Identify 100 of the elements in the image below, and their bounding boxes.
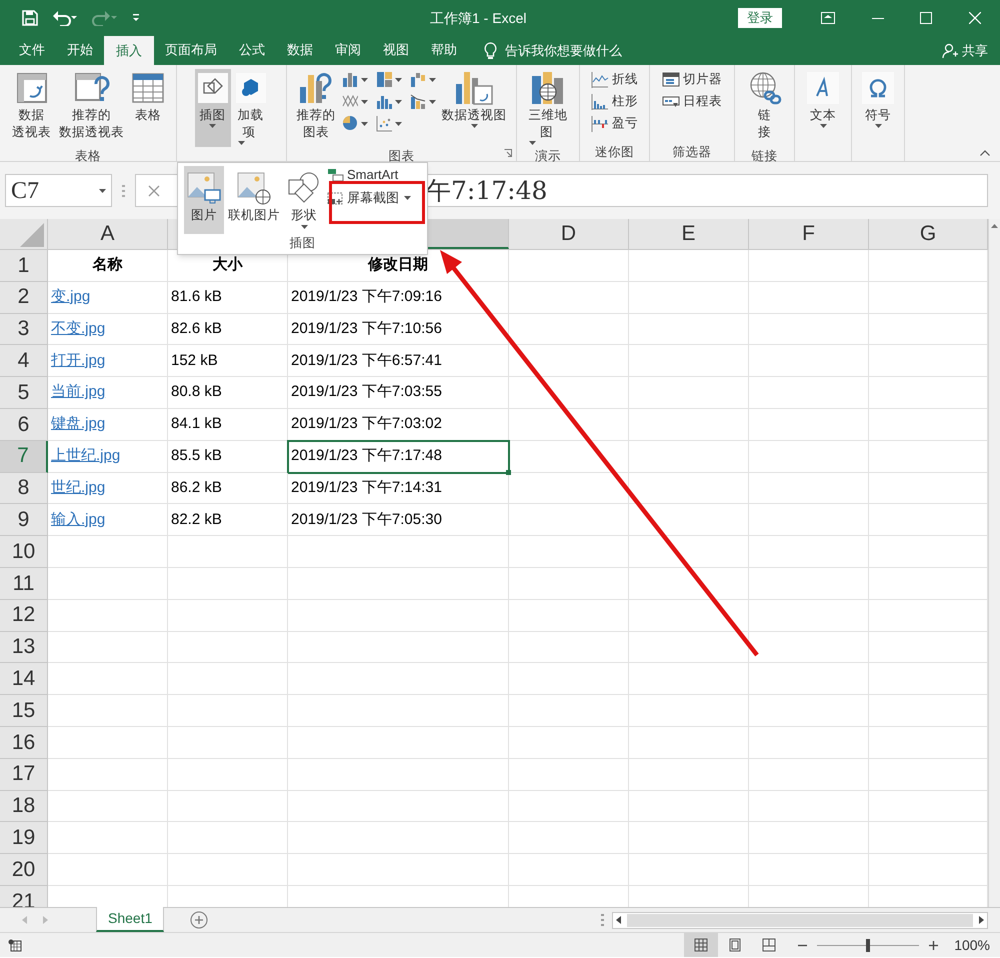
table-cell[interactable] <box>48 663 168 696</box>
column-header[interactable]: F <box>749 219 869 249</box>
cancel-icon[interactable] <box>148 184 160 196</box>
scroll-up-icon[interactable] <box>991 224 998 228</box>
table-cell[interactable] <box>168 854 288 886</box>
collapse-ribbon-icon[interactable] <box>980 150 990 156</box>
row-header[interactable]: 18 <box>0 790 48 822</box>
table-cell[interactable]: 2019/1/23 下午7:03:55 <box>288 377 509 409</box>
row-header[interactable]: 3 <box>0 314 48 346</box>
table-cell[interactable] <box>629 758 749 791</box>
ribbon-button[interactable]: 图片 <box>184 166 224 234</box>
table-cell[interactable]: 82.6 kB <box>168 314 288 346</box>
view-button[interactable] <box>684 933 718 957</box>
ribbon-button[interactable]: 盈亏 <box>590 114 639 133</box>
row-header[interactable]: 13 <box>0 632 48 664</box>
table-cell[interactable] <box>48 726 168 759</box>
table-cell[interactable] <box>509 408 629 441</box>
table-cell[interactable] <box>749 504 869 536</box>
table-cell[interactable] <box>288 695 509 727</box>
row-header[interactable]: 4 <box>0 345 48 378</box>
table-cell[interactable] <box>749 632 869 664</box>
table-cell[interactable] <box>509 632 629 664</box>
table-cell[interactable] <box>509 568 629 600</box>
ribbon-button[interactable]: 数据 透视表 <box>9 69 54 147</box>
table-cell[interactable] <box>288 663 509 696</box>
table-cell[interactable] <box>48 568 168 600</box>
table-cell[interactable] <box>288 600 509 632</box>
table-cell[interactable]: 2019/1/23 下午7:09:16 <box>288 282 509 314</box>
ribbon-tab[interactable]: 帮助 <box>420 35 468 64</box>
table-cell[interactable] <box>749 663 869 696</box>
hyperlink-cell[interactable]: 当前.jpg <box>48 377 168 409</box>
scroll-right-icon[interactable] <box>979 916 984 924</box>
ribbon-button[interactable]: 链 接 <box>744 69 786 147</box>
table-cell[interactable]: 85.5 kB <box>168 440 288 473</box>
row-header[interactable]: 15 <box>0 695 48 727</box>
table-cell[interactable] <box>749 600 869 632</box>
table-cell[interactable] <box>629 440 749 473</box>
table-cell[interactable] <box>749 314 869 346</box>
row-header[interactable]: 7 <box>0 440 48 473</box>
ribbon-tab[interactable]: 公式 <box>228 35 276 64</box>
table-cell[interactable] <box>509 663 629 696</box>
table-cell[interactable] <box>749 758 869 791</box>
table-cell[interactable] <box>749 282 869 314</box>
table-cell[interactable] <box>168 822 288 854</box>
table-cell[interactable] <box>168 568 288 600</box>
customize-icon[interactable] <box>132 13 140 23</box>
scroll-left-icon[interactable] <box>616 916 621 924</box>
table-cell[interactable] <box>749 790 869 822</box>
ribbon-button[interactable]: 推荐的 数据透视表 <box>56 69 127 147</box>
table-cell[interactable]: 82.2 kB <box>168 504 288 536</box>
table-cell[interactable] <box>629 600 749 632</box>
name-box[interactable]: C7 <box>5 174 112 207</box>
ribbon-button[interactable]: 文本 <box>804 69 842 147</box>
table-cell[interactable] <box>629 632 749 664</box>
selected-cell[interactable]: 2019/1/23 下午7:17:48 <box>288 440 509 473</box>
ribbon-tab[interactable]: 页面布局 <box>154 35 228 64</box>
table-cell[interactable] <box>629 282 749 314</box>
table-cell[interactable] <box>749 695 869 727</box>
table-cell[interactable] <box>509 472 629 504</box>
table-cell[interactable] <box>509 504 629 536</box>
table-cell[interactable] <box>288 758 509 791</box>
ribbon-button[interactable]: 日程表 <box>661 92 723 111</box>
table-cell[interactable] <box>629 790 749 822</box>
table-cell[interactable] <box>168 600 288 632</box>
table-cell[interactable] <box>749 250 869 282</box>
table-cell[interactable] <box>509 726 629 759</box>
table-cell[interactable] <box>509 695 629 727</box>
table-cell[interactable] <box>48 632 168 664</box>
table-cell[interactable]: 名称 <box>48 250 168 282</box>
ribbon-button[interactable]: 表格 <box>129 69 167 147</box>
dialog-launcher-icon[interactable] <box>504 149 512 157</box>
table-cell[interactable] <box>749 377 869 409</box>
table-cell[interactable] <box>168 758 288 791</box>
table-cell[interactable] <box>509 440 629 473</box>
chart-type-button[interactable] <box>374 115 402 132</box>
ribbon-button[interactable]: 切片器 <box>661 70 723 89</box>
macro-record-icon[interactable] <box>8 938 22 952</box>
row-header[interactable]: 1 <box>0 250 48 282</box>
table-cell[interactable]: 80.8 kB <box>168 377 288 409</box>
table-cell[interactable]: 2019/1/23 下午7:10:56 <box>288 314 509 346</box>
ribbon-button[interactable]: 三维地 图 <box>526 69 570 147</box>
table-cell[interactable] <box>509 600 629 632</box>
ribbon-tab[interactable]: 文件 <box>8 35 56 64</box>
table-cell[interactable]: 84.1 kB <box>168 408 288 441</box>
table-cell[interactable]: 81.6 kB <box>168 282 288 314</box>
table-cell[interactable] <box>509 250 629 282</box>
table-cell[interactable] <box>48 822 168 854</box>
hyperlink-cell[interactable]: 世纪.jpg <box>48 472 168 504</box>
zoom-level[interactable]: 100% <box>954 934 990 956</box>
split-handle-icon[interactable] <box>601 914 604 926</box>
table-cell[interactable]: 2019/1/23 下午7:05:30 <box>288 504 509 536</box>
table-cell[interactable] <box>509 536 629 568</box>
previous-sheet-icon[interactable] <box>22 916 27 924</box>
column-header[interactable]: D <box>509 219 629 249</box>
table-cell[interactable] <box>509 377 629 409</box>
table-cell[interactable] <box>168 632 288 664</box>
table-cell[interactable] <box>629 250 749 282</box>
hyperlink-cell[interactable]: 不变.jpg <box>48 314 168 346</box>
table-cell[interactable] <box>509 758 629 791</box>
slider-thumb[interactable] <box>866 938 870 952</box>
